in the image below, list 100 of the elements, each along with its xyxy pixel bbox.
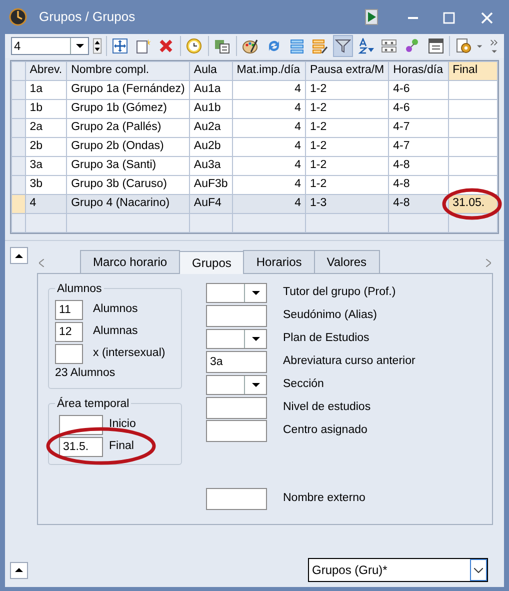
table-cell: Grupo 2a (Pallés): [66, 118, 190, 138]
table-cell: Grupo 4 (Nacarino): [66, 194, 190, 214]
play-button[interactable]: [365, 9, 378, 25]
field-label: Final: [109, 439, 134, 454]
calculator-icon[interactable]: [214, 38, 230, 54]
settings-icon[interactable]: [456, 38, 472, 54]
minimize-icon: [408, 16, 418, 19]
scroll-left-icon[interactable]: [39, 259, 44, 267]
number-field[interactable]: 12: [55, 322, 83, 342]
move-icon[interactable]: [112, 38, 128, 54]
field-label: Alumnos: [93, 302, 138, 317]
table-cell: 1-2: [305, 176, 389, 194]
selector-combo[interactable]: 4: [11, 37, 89, 55]
field-label: Inicio: [109, 417, 136, 432]
dropdown-field[interactable]: [206, 283, 267, 303]
table-cell: 2b: [25, 138, 67, 156]
field-label: x (intersexual): [93, 346, 166, 361]
table-cell: Grupo 1a (Fernández): [66, 80, 190, 100]
column-header: Nombre compl.: [66, 62, 190, 80]
table-cell: 1b: [25, 100, 67, 118]
chevron-down-icon: [474, 568, 483, 572]
total-label: 23 Alumnos: [55, 366, 116, 381]
dropdown-field[interactable]: [206, 375, 267, 395]
table-cell: Grupo 3a (Santi): [66, 156, 190, 176]
table-cell: 1-3: [305, 194, 389, 214]
table-cell: 1-2: [305, 118, 389, 138]
calendar-icon[interactable]: [428, 38, 444, 54]
app-clock-icon: [9, 8, 27, 26]
column-header: Final: [448, 62, 498, 80]
table-cell: 1-2: [305, 80, 389, 100]
view-selector[interactable]: Grupos (Gru)*: [308, 558, 488, 582]
edit-rows-icon[interactable]: [312, 38, 328, 54]
number-field[interactable]: 11: [55, 300, 83, 320]
palette-icon[interactable]: [242, 38, 258, 54]
table-cell: Au1a: [189, 80, 232, 100]
collapse-button[interactable]: [10, 247, 28, 264]
field-label: Alumnas: [93, 324, 138, 339]
date-field[interactable]: 31.5.: [59, 436, 103, 457]
table-cell: 4-6: [388, 100, 448, 118]
table-cell: 1-2: [305, 138, 389, 156]
field-label: Sección: [283, 377, 324, 392]
table-cell: 1-2: [305, 156, 389, 176]
table-cell: Au1b: [189, 100, 232, 118]
table-cell: 1-2: [305, 100, 389, 118]
table-cell: 1a: [25, 80, 67, 100]
table-cell: 4: [232, 176, 306, 194]
window-title: Grupos / Grupos: [39, 8, 136, 26]
column-header: Aula: [189, 62, 232, 80]
maximize-icon: [442, 10, 456, 25]
field-label: Seudónimo (Alias): [283, 308, 377, 324]
table-cell: Grupo 3b (Caruso): [66, 176, 190, 194]
collapse-button[interactable]: [10, 562, 28, 578]
table-cell: 4: [232, 138, 306, 156]
table-cell: 4-7: [388, 138, 448, 156]
tab[interactable]: Valores: [314, 250, 380, 273]
column-header: Horas/día: [388, 62, 448, 80]
column-header: Abrev.: [25, 62, 67, 80]
rows-icon[interactable]: [288, 38, 305, 54]
field-label: Tutor del grupo (Prof.): [283, 285, 396, 300]
tab[interactable]: Horarios: [243, 250, 315, 273]
table-cell: 4-7: [388, 118, 448, 138]
tab[interactable]: Marco horario: [80, 250, 180, 273]
text-field[interactable]: 3a: [206, 351, 267, 373]
table-cell: 4-8: [388, 176, 448, 194]
grid-icon[interactable]: [381, 38, 398, 54]
new-item-icon[interactable]: [135, 38, 152, 54]
column-header: Pausa extra/M: [305, 62, 389, 80]
column-header: Mat.imp./día: [232, 62, 306, 80]
dropdown-icon[interactable]: [477, 44, 482, 48]
field-label: Plan de Estudios: [283, 331, 370, 346]
field-label: Abreviatura curso anterior: [283, 354, 416, 370]
scroll-right-icon[interactable]: [486, 259, 491, 267]
table-cell: Grupo 1b (Gómez): [66, 100, 190, 118]
delete-icon[interactable]: [158, 38, 174, 54]
spin-button[interactable]: [93, 37, 102, 55]
number-field[interactable]: [55, 344, 83, 364]
table-cell: 4: [232, 118, 306, 138]
dropdown-button[interactable]: [470, 559, 487, 581]
text-field[interactable]: [206, 397, 267, 419]
tab[interactable]: Grupos: [179, 251, 244, 274]
text-field[interactable]: [206, 305, 267, 327]
table-cell: 4: [232, 80, 306, 100]
clock-icon[interactable]: [186, 38, 202, 54]
table-cell: 4-8: [388, 156, 448, 176]
table-cell: AuF4: [189, 194, 232, 214]
field-label: Nombre externo: [283, 491, 366, 506]
table-cell: 4: [25, 194, 67, 214]
table-cell: 4: [232, 100, 306, 118]
close-icon: [480, 10, 494, 25]
sort-icon[interactable]: [358, 38, 374, 54]
table-cell: 3a: [25, 156, 67, 176]
table-cell: Au2b: [189, 138, 232, 156]
text-field[interactable]: [206, 488, 267, 510]
text-field[interactable]: [206, 420, 267, 442]
table-cell: 4-6: [388, 80, 448, 100]
table-cell: 2a: [25, 118, 67, 138]
table-cell: 4: [232, 194, 306, 214]
dropdown-field[interactable]: [206, 329, 267, 349]
link-icon[interactable]: [404, 38, 420, 54]
overflow-icon[interactable]: [490, 38, 498, 54]
